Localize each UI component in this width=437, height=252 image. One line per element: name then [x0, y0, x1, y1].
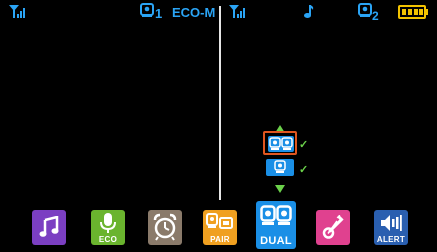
- arrow-down-icon[interactable]: [275, 180, 285, 198]
- music-icon: [39, 216, 59, 237]
- speaker-alert-icon: [381, 215, 402, 231]
- music-button[interactable]: [32, 210, 66, 245]
- dual-camera-icon: [260, 205, 292, 225]
- eco-button[interactable]: ECO: [91, 210, 125, 245]
- pair-button[interactable]: PAIR: [203, 210, 237, 245]
- single-view-option[interactable]: [266, 159, 294, 176]
- microphone-icon: [100, 213, 116, 233]
- single-camera-icon: [274, 160, 286, 173]
- dual-check-icon: ✓: [299, 139, 309, 151]
- alert-label: ALERT: [376, 235, 406, 244]
- right-camera-number: 2: [372, 9, 379, 23]
- music-note-icon: [303, 4, 315, 24]
- left-camera-icon: [140, 3, 154, 23]
- battery-icon: [398, 5, 430, 24]
- pair-camera-monitor-icon: [206, 213, 233, 229]
- alarm-button[interactable]: [148, 210, 182, 245]
- left-camera-number: 1: [155, 6, 163, 21]
- split-divider: [219, 6, 221, 200]
- pair-label: PAIR: [210, 235, 230, 244]
- right-signal-icon: [228, 3, 248, 24]
- dual-button[interactable]: DUAL: [256, 201, 296, 249]
- alert-button[interactable]: ALERT: [374, 210, 408, 245]
- thermometer-icon: [322, 215, 344, 239]
- dual-label: DUAL: [260, 235, 292, 247]
- alarm-clock-icon: [153, 213, 177, 241]
- left-signal-icon: [8, 3, 28, 24]
- eco-label: ECO: [98, 235, 118, 244]
- temperature-button[interactable]: [316, 210, 350, 245]
- right-camera-icon: [358, 3, 372, 23]
- single-check-icon: ✓: [299, 164, 309, 176]
- left-mode-label: ECO-M: [172, 5, 216, 20]
- dual-view-option[interactable]: [263, 131, 297, 155]
- dual-camera-icon: [269, 137, 293, 150]
- view-selector: ✓ ✓: [262, 120, 314, 193]
